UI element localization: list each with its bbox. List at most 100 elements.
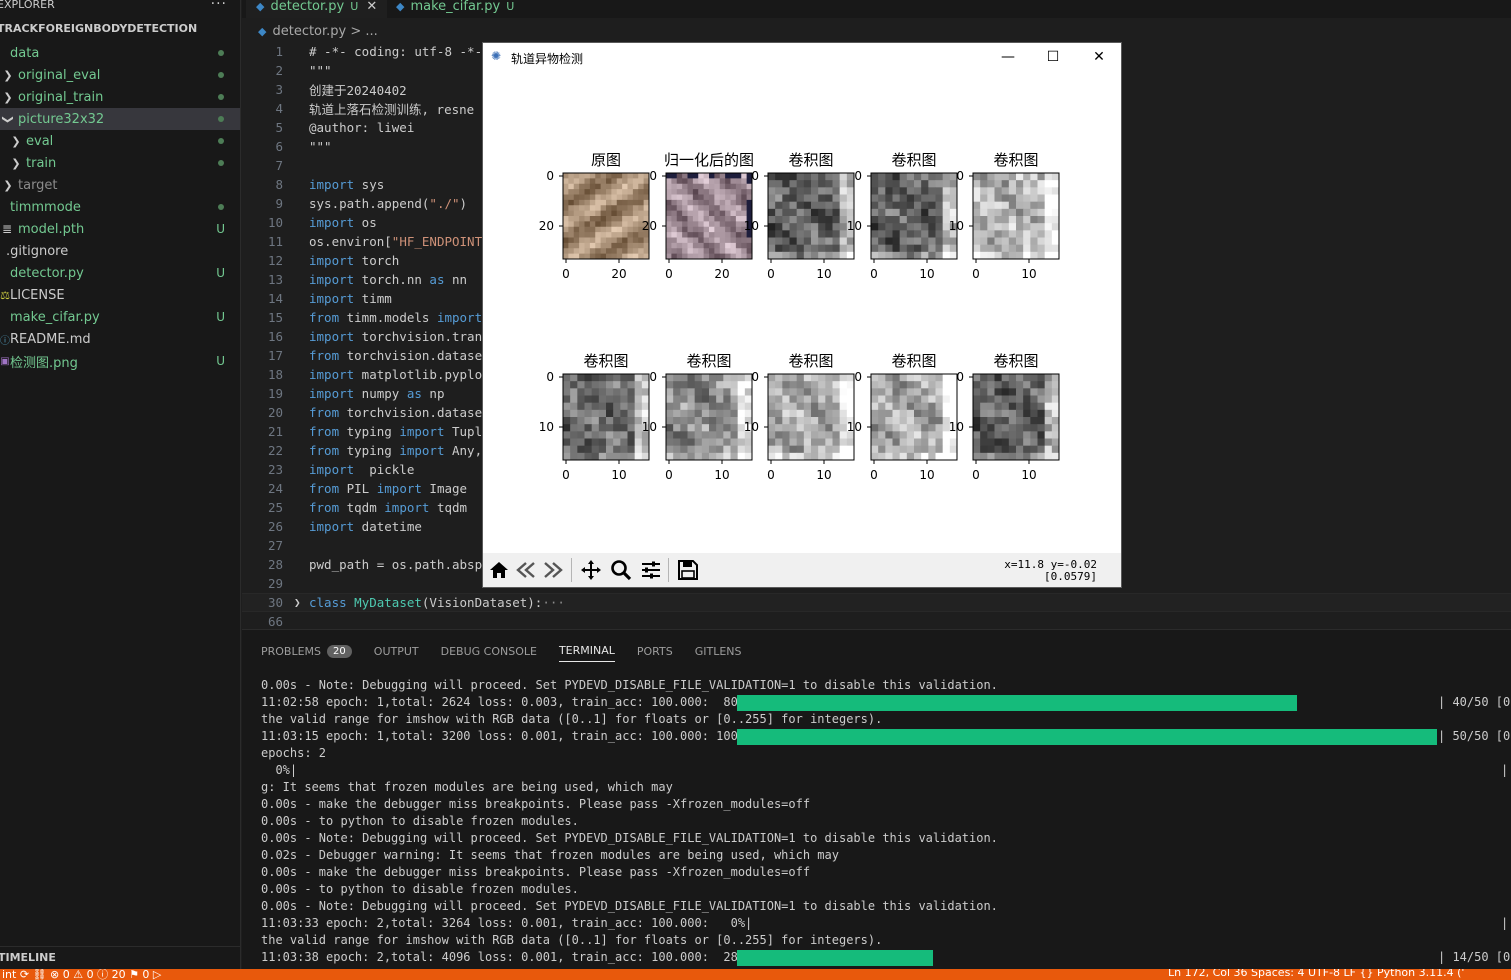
image-pixel	[818, 187, 826, 195]
image-pixel	[730, 216, 737, 222]
figure-canvas[interactable]: 原图 0 20 0 20 归一化后的图 0 20 0 20 卷积图 0 10 0 10 卷积图 0 10 0 10 卷积…	[483, 71, 1121, 553]
image-pixel	[811, 388, 819, 396]
figure-svg[interactable]: 原图0200 20归一化后的图0200 20卷积图0100 10卷积图0100 10卷积…	[483, 71, 1121, 553]
image-pixel	[579, 199, 585, 206]
tree-file-gitignore[interactable]: .gitignore	[0, 240, 240, 262]
image-pixel	[719, 237, 726, 244]
image-pixel	[987, 388, 995, 396]
tree-folder-picture32x32[interactable]: ❯ picture32x32	[0, 108, 240, 130]
line-number: 5	[275, 120, 283, 135]
image-pixel	[796, 194, 805, 203]
image-pixel	[616, 237, 623, 244]
tab-make-cifar-py[interactable]: ◆ make_cifar.py U	[386, 0, 524, 18]
image-pixel	[892, 187, 901, 195]
tree-file-make-cifar-py[interactable]: make_cifar.py U	[0, 306, 240, 328]
tree-file-detector-py[interactable]: detector.py U	[0, 262, 240, 284]
tab-ports[interactable]: PORTS	[637, 640, 673, 662]
tab-gitlens[interactable]: GITLENS	[695, 640, 742, 662]
image-pixel	[892, 194, 901, 203]
forward-icon[interactable]	[541, 559, 565, 581]
tree-folder-original-train[interactable]: ❯ original_train	[0, 86, 240, 108]
image-pixel	[811, 381, 819, 389]
tab-debug-console[interactable]: DEBUG CONSOLE	[441, 640, 537, 662]
image-pixel	[1016, 388, 1024, 396]
close-icon[interactable]: ✕	[366, 0, 377, 14]
image-pixel	[1016, 431, 1024, 439]
pan-icon[interactable]	[579, 559, 603, 581]
image-pixel	[1037, 438, 1046, 447]
image-pixel	[606, 431, 614, 439]
breadcrumb-more[interactable]: ...	[365, 24, 377, 39]
more-actions-icon[interactable]: ···	[211, 0, 227, 12]
save-icon[interactable]	[676, 559, 700, 581]
image-pixel	[846, 187, 855, 195]
image-pixel	[620, 381, 628, 389]
image-pixel	[973, 388, 981, 396]
tree-folder-target[interactable]: ❯ target	[0, 174, 240, 196]
home-icon[interactable]	[487, 559, 511, 581]
back-icon[interactable]	[514, 559, 538, 581]
image-pixel	[942, 180, 951, 188]
tree-folder-eval[interactable]: ❯ eval	[0, 130, 240, 152]
image-pixel	[682, 205, 688, 212]
tree-file-detect-png[interactable]: ▣ 检测图.png U	[0, 350, 240, 372]
tab-detector-py[interactable]: ◆ detector.py U ✕	[246, 0, 388, 18]
image-pixel	[570, 402, 578, 411]
tree-file-model-pth[interactable]: ≣ model.pth U	[0, 218, 240, 240]
image-pixel	[899, 173, 908, 181]
image-pixel	[671, 210, 678, 217]
close-button[interactable]: ✕	[1088, 46, 1110, 68]
image-pixel	[768, 395, 776, 404]
image-pixel	[914, 452, 922, 461]
image-pixel	[709, 402, 717, 411]
image-pixel	[723, 431, 731, 439]
breadcrumb-file[interactable]: detector.py	[272, 24, 346, 39]
minimize-button[interactable]: —	[997, 46, 1019, 68]
image-pixel	[666, 374, 674, 382]
status-right[interactable]: Ln 172, Col 36 Spaces: 4 UTF-8 LF {} Pyt…	[1168, 969, 1464, 979]
tree-file-readme[interactable]: ⓘ README.md	[0, 328, 240, 350]
image-pixel	[1008, 194, 1017, 203]
zoom-icon[interactable]	[609, 559, 633, 581]
tab-terminal[interactable]: TERMINAL	[558, 640, 615, 662]
window-titlebar[interactable]: ✺ 轨道异物检测 — ☐ ✕	[483, 43, 1121, 71]
timeline-section[interactable]: TIMELINE	[0, 946, 240, 968]
image-pixel	[595, 221, 602, 228]
configure-icon[interactable]	[639, 559, 663, 581]
image-pixel	[878, 388, 886, 396]
image-pixel	[906, 223, 915, 231]
image-pixel	[796, 402, 805, 411]
tree-folder-timmmode[interactable]: timmmode	[0, 196, 240, 218]
x-tick-label: 0	[972, 468, 980, 482]
image-pixel	[591, 374, 600, 382]
image-pixel	[573, 183, 580, 190]
tab-problems[interactable]: PROBLEMS 20	[261, 640, 352, 662]
image-pixel	[1030, 402, 1038, 411]
image-pixel	[914, 230, 922, 238]
tree-file-license[interactable]: ⚖ LICENSE	[0, 284, 240, 306]
image-pixel	[768, 424, 776, 432]
tree-folder-original-eval[interactable]: ❯ original_eval	[0, 64, 240, 86]
maximize-button[interactable]: ☐	[1042, 46, 1064, 68]
image-pixel	[949, 452, 958, 461]
chevron-right-icon[interactable]: ❯	[294, 596, 301, 609]
navigation-toolbar: x=11.8 y=-0.02 [0.0579]	[483, 553, 1121, 587]
image-pixel	[692, 189, 699, 195]
tree-folder-data[interactable]: data	[0, 42, 240, 64]
image-pixel	[563, 409, 571, 418]
image-pixel	[680, 438, 688, 447]
image-pixel	[906, 452, 915, 461]
image-pixel	[980, 424, 988, 432]
image-pixel	[906, 187, 915, 195]
image-pixel	[568, 178, 575, 185]
image-pixel	[914, 417, 922, 425]
image-pixel	[1016, 201, 1024, 210]
tab-output[interactable]: OUTPUT	[374, 640, 419, 662]
line-number: 15	[267, 310, 283, 325]
breadcrumb[interactable]: ◆ detector.py > ...	[258, 22, 378, 40]
status-left[interactable]: int ⟳ ⛓ ⊗ 0 ⚠ 0 ⓘ 20 ⚑ 0 ▷	[2, 969, 161, 980]
image-pixel	[906, 424, 915, 432]
tree-folder-train[interactable]: ❯ train	[0, 152, 240, 174]
workspace-folder-header[interactable]: TRACKFOREIGNBODYDETECTION	[0, 22, 238, 40]
window-title: 轨道异物检测	[511, 52, 584, 66]
